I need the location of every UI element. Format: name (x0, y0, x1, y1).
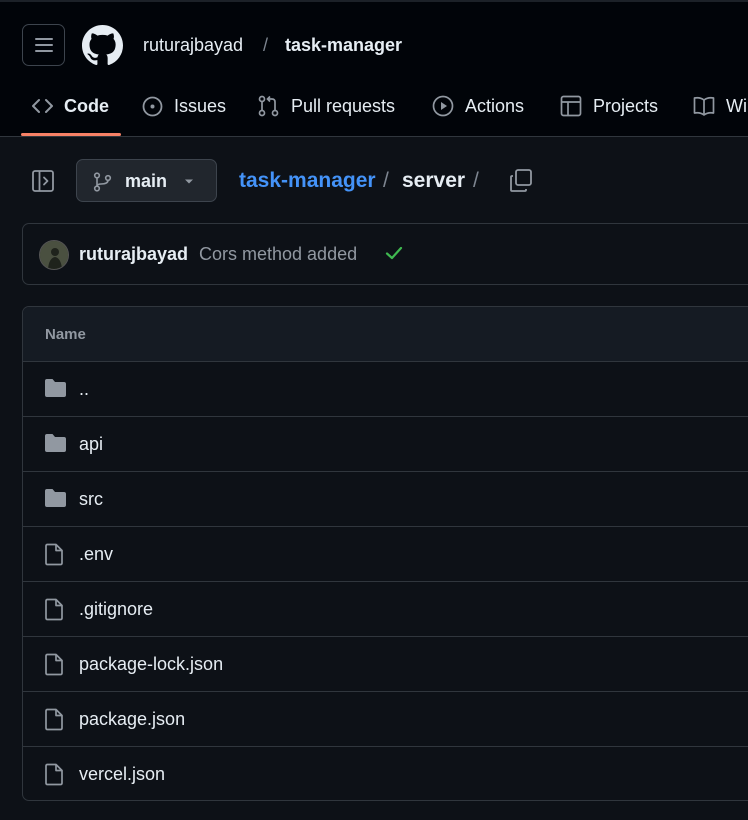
git-branch-icon (93, 172, 112, 192)
code-icon (32, 99, 53, 113)
tab-wiki-label: Wi (726, 95, 747, 116)
file-row[interactable]: vercel.json (23, 747, 748, 800)
file-name[interactable]: vercel.json (79, 764, 165, 785)
tab-projects[interactable]: Projects (560, 84, 658, 128)
file-row[interactable]: package.json (23, 692, 748, 747)
hamburger-icon (34, 38, 53, 52)
file-row[interactable]: package-lock.json (23, 637, 748, 692)
folder-icon (45, 489, 66, 507)
hamburger-menu-button[interactable] (22, 24, 65, 66)
file-icon (45, 708, 63, 731)
file-icon (45, 598, 63, 621)
github-logo-icon[interactable] (82, 25, 123, 66)
file-row[interactable]: .. (23, 362, 748, 417)
path-current-dir: server (402, 169, 466, 192)
tab-projects-label: Projects (593, 95, 659, 116)
pull-request-icon (258, 95, 279, 117)
table-icon (560, 95, 582, 117)
tab-actions[interactable]: Actions (432, 84, 524, 128)
file-row[interactable]: .env (23, 527, 748, 582)
column-header-name: Name (45, 326, 86, 343)
file-name[interactable]: .env (79, 544, 113, 565)
commit-author-link[interactable]: ruturajbayad (79, 244, 188, 265)
repo-nav: Code Issues Pull requests Actions Projec… (0, 84, 748, 136)
play-icon (432, 95, 454, 117)
copy-path-icon[interactable] (506, 166, 536, 196)
tab-issues[interactable]: Issues (142, 84, 226, 128)
issue-icon (142, 96, 163, 116)
file-name[interactable]: package-lock.json (79, 654, 223, 675)
tab-actions-label: Actions (465, 95, 525, 116)
path-separator: / (473, 169, 479, 192)
file-icon (45, 543, 63, 566)
file-name[interactable]: .gitignore (79, 599, 153, 620)
folder-icon (45, 434, 66, 452)
tab-pull-requests-label: Pull requests (291, 95, 396, 116)
tab-wiki[interactable]: Wi (693, 84, 747, 128)
breadcrumb-repo-link[interactable]: task-manager (285, 35, 402, 56)
file-name[interactable]: .. (79, 379, 89, 400)
tab-code[interactable]: Code (32, 84, 109, 128)
latest-commit-box: ruturajbayad Cors method added (22, 223, 748, 285)
breadcrumb-separator: / (263, 35, 269, 55)
tab-issues-label: Issues (174, 95, 227, 116)
path-repo-link[interactable]: task-manager (239, 169, 376, 193)
sidebar-expand-icon[interactable] (30, 168, 56, 194)
app-header: ruturajbayad / task-manager Code Issues (0, 0, 748, 137)
tab-code-label: Code (64, 95, 109, 116)
check-icon[interactable] (385, 245, 403, 261)
top-divider (0, 0, 748, 2)
file-icon (45, 653, 63, 676)
file-list: Name .. api src .env .gitignore package-… (22, 306, 748, 801)
file-row[interactable]: api (23, 417, 748, 472)
file-row[interactable]: src (23, 472, 748, 527)
file-row[interactable]: .gitignore (23, 582, 748, 637)
commit-message-link[interactable]: Cors method added (199, 244, 357, 265)
active-tab-indicator (21, 133, 121, 136)
branch-name: main (125, 171, 168, 191)
path-separator: / (383, 169, 389, 192)
avatar[interactable] (39, 240, 69, 270)
file-icon (45, 763, 63, 786)
file-name[interactable]: package.json (79, 709, 185, 730)
caret-down-icon (185, 179, 193, 184)
file-list-header: Name (23, 307, 748, 362)
branch-selector-button[interactable]: main (76, 159, 217, 202)
book-icon (693, 96, 715, 116)
tab-pull-requests[interactable]: Pull requests (258, 84, 395, 128)
folder-icon (45, 379, 66, 397)
breadcrumb-owner-link[interactable]: ruturajbayad (143, 35, 243, 56)
file-name[interactable]: src (79, 489, 103, 510)
file-name[interactable]: api (79, 434, 103, 455)
